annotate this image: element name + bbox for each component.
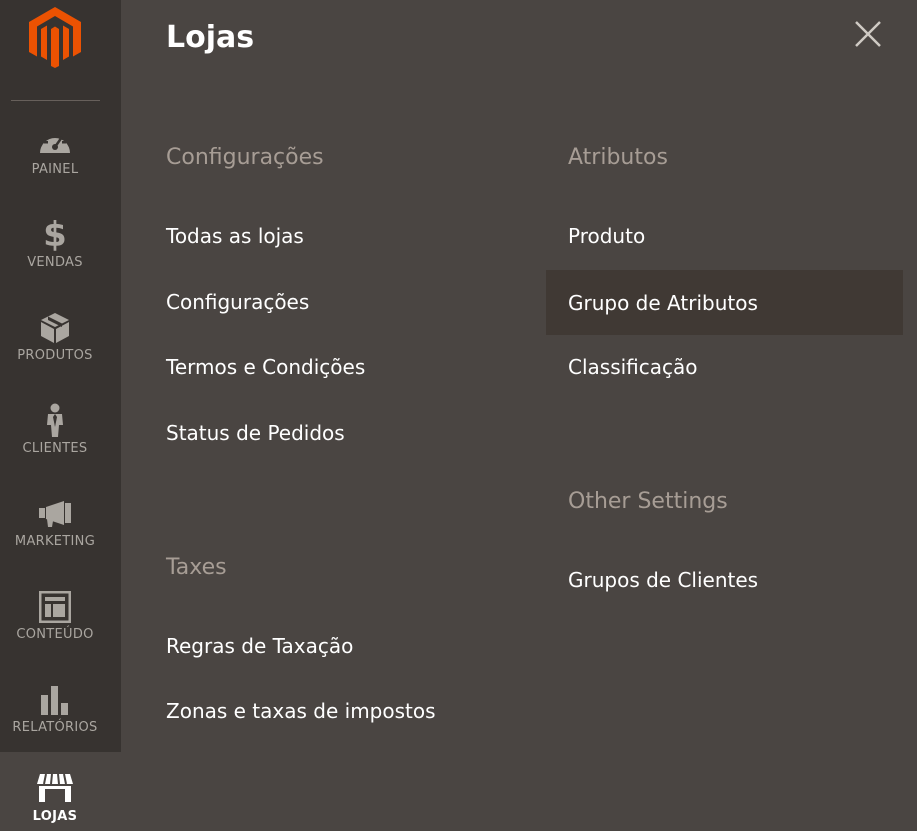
sidebar-item-label: LOJAS bbox=[32, 809, 78, 824]
sidebar-item-conteudo[interactable]: CONTEÚDO bbox=[0, 567, 110, 660]
section-title-configuracoes: Configurações bbox=[166, 145, 324, 170]
sidebar-item-label: VENDAS bbox=[27, 255, 83, 270]
menu-link-status-de-pedidos[interactable]: Status de Pedidos bbox=[166, 421, 345, 445]
magento-logo-icon[interactable] bbox=[27, 5, 83, 69]
sidebar-item-label: PRODUTOS bbox=[17, 348, 93, 363]
menu-link-produto[interactable]: Produto bbox=[568, 224, 645, 248]
menu-link-grupo-de-atributos[interactable]: Grupo de Atributos bbox=[568, 291, 758, 315]
sidebar-item-relatorios[interactable]: RELATÓRIOS bbox=[0, 660, 110, 753]
layout-icon bbox=[0, 589, 110, 625]
menu-link-zonas-e-taxas[interactable]: Zonas e taxas de impostos bbox=[166, 699, 436, 723]
box-icon bbox=[0, 310, 110, 346]
store-icon bbox=[0, 770, 110, 806]
menu-link-classificacao[interactable]: Classificação bbox=[568, 355, 698, 379]
sidebar-item-produtos[interactable]: PRODUTOS bbox=[0, 288, 110, 381]
sidebar-item-vendas[interactable]: $ VENDAS bbox=[0, 195, 110, 288]
sidebar-item-label: PAINEL bbox=[31, 162, 79, 177]
menu-link-grupos-de-clientes[interactable]: Grupos de Clientes bbox=[568, 568, 758, 592]
page-title: Lojas bbox=[166, 20, 255, 55]
section-title-other-settings: Other Settings bbox=[568, 489, 728, 514]
megaphone-icon bbox=[0, 496, 110, 532]
close-icon[interactable] bbox=[852, 18, 884, 50]
menu-link-termos-e-condicoes[interactable]: Termos e Condições bbox=[166, 355, 365, 379]
dashboard-icon bbox=[0, 124, 110, 160]
menu-row-grupo-de-atributos[interactable]: Grupo de Atributos bbox=[546, 270, 903, 335]
sidebar-item-lojas[interactable]: LOJAS bbox=[0, 752, 121, 831]
sidebar-item-marketing[interactable]: MARKETING bbox=[0, 474, 110, 567]
sidebar-item-label: MARKETING bbox=[14, 534, 96, 549]
menu-link-regras-de-taxacao[interactable]: Regras de Taxação bbox=[166, 634, 353, 658]
sidebar-item-painel[interactable]: PAINEL bbox=[0, 102, 110, 195]
menu-link-configuracoes[interactable]: Configurações bbox=[166, 290, 309, 314]
sidebar-item-clientes[interactable]: CLIENTES bbox=[0, 381, 110, 474]
person-icon bbox=[0, 403, 110, 439]
section-title-atributos: Atributos bbox=[568, 145, 668, 170]
sidebar-item-label: RELATÓRIOS bbox=[12, 720, 98, 735]
dollar-icon: $ bbox=[43, 215, 67, 255]
menu-link-todas-as-lojas[interactable]: Todas as lojas bbox=[166, 224, 304, 248]
sidebar-item-label: CONTEÚDO bbox=[16, 627, 94, 642]
admin-sidebar: PAINEL $ VENDAS PRODUTOS CLIENTES MARKET… bbox=[0, 0, 121, 831]
section-title-taxes: Taxes bbox=[166, 555, 227, 580]
sidebar-item-label: CLIENTES bbox=[22, 441, 88, 456]
bar-chart-icon bbox=[0, 682, 110, 718]
logo-divider bbox=[11, 100, 100, 101]
